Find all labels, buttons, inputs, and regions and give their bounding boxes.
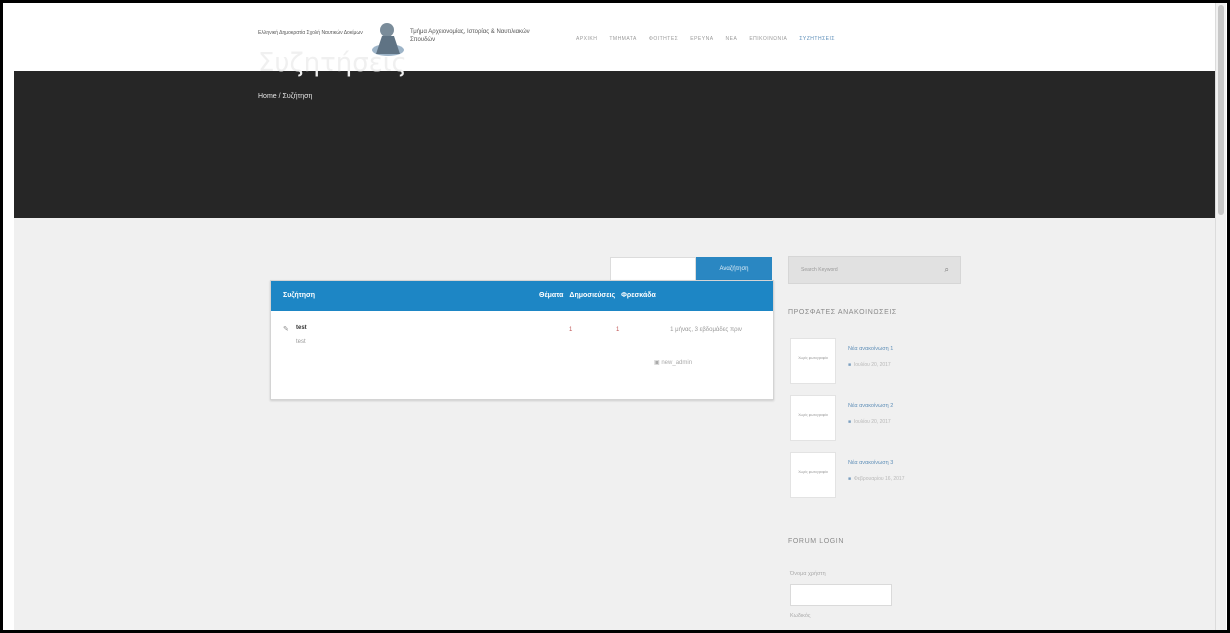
post-date-text: Φεβρουαρίου 16, 2017: [853, 476, 905, 482]
post-date-text: Ιουλίου 20, 2017: [853, 362, 891, 368]
recent-post-item[interactable]: Χωρίς φωτογραφία Νέα ανακοίνωση 2 ■ Ιουλ…: [790, 395, 940, 443]
forum-table-header: Συζήτηση Θέματα Δημοσιεύσεις Φρεσκάδα: [271, 281, 773, 311]
posts-count: 1: [616, 327, 620, 333]
nav-item-departments[interactable]: ΤΜΗΜΑΤΑ: [609, 36, 636, 42]
forum-description: test: [296, 339, 306, 345]
username-label: Όνομα χρήστη: [790, 571, 826, 577]
recent-post-item[interactable]: Χωρίς φωτογραφία Νέα ανακοίνωση 1 ■ Ιουλ…: [790, 338, 940, 386]
col-posts: Δημοσιεύσεις: [569, 292, 616, 299]
post-date: ■ Ιουλίου 20, 2017: [848, 419, 891, 425]
forum-search-button[interactable]: Αναζήτηση: [696, 257, 772, 281]
search-icon[interactable]: ⌕: [945, 265, 949, 275]
last-poster[interactable]: ▣ new_admin: [654, 359, 692, 366]
col-topics: Θέματα: [539, 292, 564, 299]
breadcrumb[interactable]: Home / Συζήτηση: [258, 93, 312, 100]
main-nav: ΑΡΧΙΚΗ ΤΜΗΜΑΤΑ ΦΟΙΤΗΤΕΣ ΕΡΕΥΝΑ ΝΕΑ ΕΠΙΚΟ…: [576, 36, 835, 42]
nav-item-contact[interactable]: ΕΠΙΚΟΙΝΩΝΙΑ: [749, 36, 787, 42]
user-icon: ▣: [654, 360, 660, 366]
post-thumbnail[interactable]: Χωρίς φωτογραφία: [790, 395, 836, 441]
freshness-link[interactable]: 1 μήνας, 3 εβδομάδες πριν: [666, 325, 746, 335]
topics-count: 1: [569, 327, 573, 333]
col-freshness: Φρεσκάδα: [621, 292, 656, 299]
nav-item-discussions[interactable]: ΣΥΖΗΤΗΣΕΙΣ: [799, 36, 835, 42]
forum-search: Αναζήτηση: [610, 257, 772, 281]
forum-link[interactable]: test: [296, 325, 307, 331]
recent-post-item[interactable]: Χωρίς φωτογραφία Νέα ανακοίνωση 3 ■ Φεβρ…: [790, 452, 940, 500]
scrollbar-thumb[interactable]: [1218, 5, 1224, 215]
password-label: Κωδικός: [790, 613, 811, 619]
header-columns: Θέματα Δημοσιεύσεις Φρεσκάδα: [539, 292, 656, 299]
forum-table: Συζήτηση Θέματα Δημοσιεύσεις Φρεσκάδα ✎ …: [270, 280, 774, 400]
sidebar-search-placeholder: Search Keyword: [801, 267, 838, 273]
post-title[interactable]: Νέα ανακοίνωση 3: [848, 460, 893, 466]
calendar-icon: ■: [848, 476, 852, 482]
post-date-text: Ιουλίου 20, 2017: [853, 419, 891, 425]
last-poster-name[interactable]: new_admin: [661, 360, 692, 366]
post-title[interactable]: Νέα ανακοίνωση 1: [848, 346, 893, 352]
calendar-icon: ■: [848, 362, 852, 368]
nav-item-students[interactable]: ΦΟΙΤΗΤΕΣ: [649, 36, 678, 42]
username-field[interactable]: [790, 584, 892, 606]
post-thumbnail[interactable]: Χωρίς φωτογραφία: [790, 452, 836, 498]
col-forum: Συζήτηση: [283, 292, 316, 299]
sidebar-search[interactable]: Search Keyword ⌕: [788, 256, 961, 284]
post-thumbnail[interactable]: Χωρίς φωτογραφία: [790, 338, 836, 384]
logo-left-text: Ελληνική Δημοκρατία Σχολή Ναυτικών Δοκίμ…: [258, 30, 363, 36]
post-title[interactable]: Νέα ανακοίνωση 2: [848, 403, 893, 409]
logo-right-text: Τμήμα Αρχειονομίας, Ιστορίας & Ναυτιλιακ…: [410, 29, 530, 43]
page-title: Συζητήσεις: [258, 48, 407, 78]
forum-icon: ✎: [283, 326, 289, 333]
forum-login-title: FORUM LOGIN: [788, 538, 844, 545]
post-date: ■ Ιουλίου 20, 2017: [848, 362, 891, 368]
page-scrollbar[interactable]: [1215, 3, 1226, 630]
forum-search-input[interactable]: [610, 257, 696, 281]
table-row: ✎ test test 1 1 1 μήνας, 3 εβδομάδες πρι…: [271, 311, 773, 381]
page-hero: [14, 71, 1215, 218]
nav-item-research[interactable]: ΕΡΕΥΝΑ: [690, 36, 713, 42]
nav-item-news[interactable]: ΝΕΑ: [726, 36, 738, 42]
calendar-icon: ■: [848, 419, 852, 425]
post-date: ■ Φεβρουαρίου 16, 2017: [848, 476, 904, 482]
recent-posts-title: ΠΡΟΣΦΑΤΕΣ ΑΝΑΚΟΙΝΩΣΕΙΣ: [788, 309, 897, 316]
nav-item-home[interactable]: ΑΡΧΙΚΗ: [576, 36, 597, 42]
